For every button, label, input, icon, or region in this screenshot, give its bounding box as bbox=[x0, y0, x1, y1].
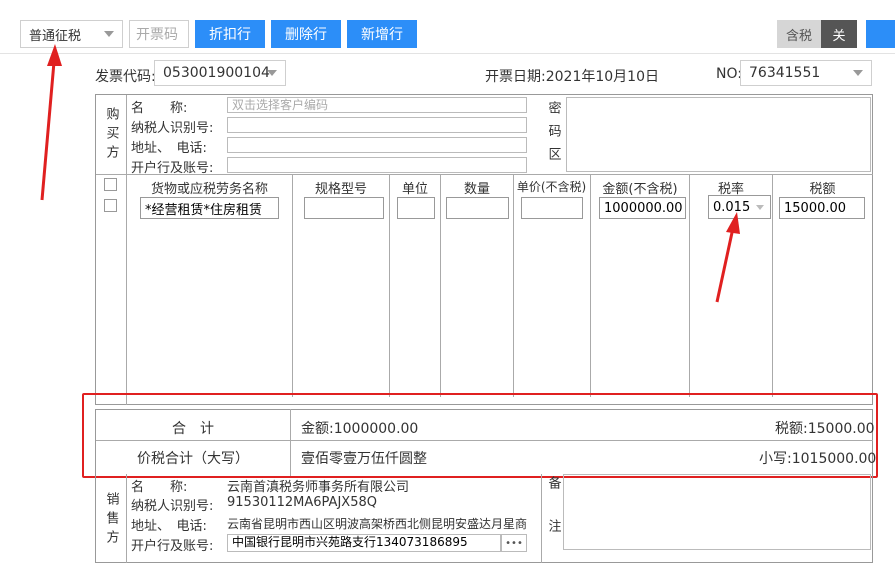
arrow-icon bbox=[715, 212, 740, 303]
arrow-icon bbox=[40, 44, 62, 201]
annotation-arrows bbox=[40, 44, 740, 303]
